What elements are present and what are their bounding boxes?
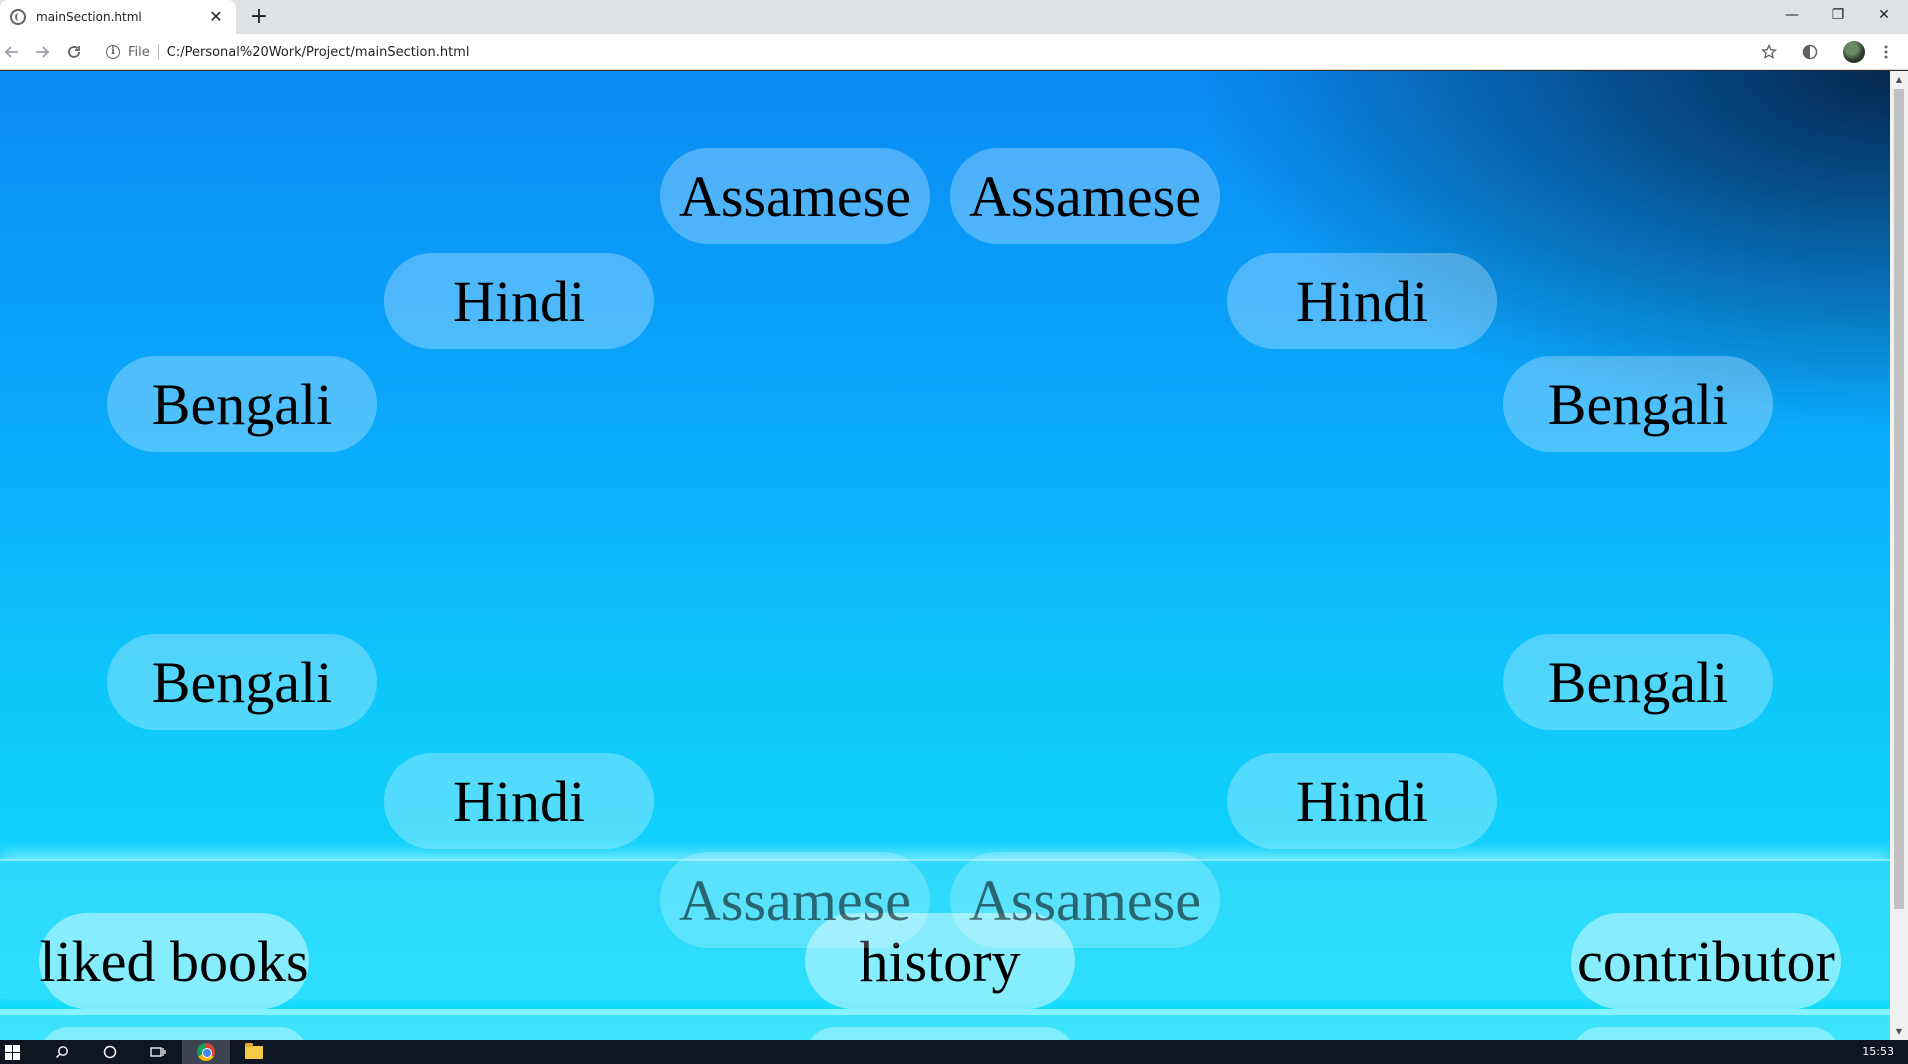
language-button-hindi[interactable]: Hindi: [384, 253, 654, 349]
taskbar-clock[interactable]: 15:53: [1862, 1040, 1894, 1064]
restore-icon[interactable]: ❐: [1815, 0, 1861, 30]
star-icon[interactable]: [1759, 42, 1779, 62]
globe-icon: [10, 9, 26, 25]
liked-books-button[interactable]: liked books: [39, 913, 309, 1009]
vertical-scrollbar[interactable]: ▲ ▼: [1890, 71, 1908, 1040]
partial-nav-button: [1571, 1027, 1841, 1040]
bottom-navigation-bar: liked books history contributor: [0, 859, 1890, 1009]
partial-nav-button: [39, 1027, 309, 1040]
info-icon[interactable]: i: [106, 45, 120, 59]
tab-strip: mainSection.html ✕ + — ❐ ✕: [0, 0, 1908, 34]
language-button-assamese[interactable]: Assamese: [660, 852, 930, 948]
back-arrow-icon[interactable]: [0, 40, 24, 64]
tab-title: mainSection.html: [36, 10, 142, 24]
url-scheme: File: [128, 44, 150, 60]
close-window-icon[interactable]: ✕: [1861, 0, 1907, 30]
contributor-button[interactable]: contributor: [1571, 913, 1841, 1009]
language-button-bengali[interactable]: Bengali: [1503, 356, 1773, 452]
browser-toolbar: i File C:/Personal%20Work/Project/mainSe…: [0, 34, 1908, 70]
windows-taskbar: 15:53: [0, 1040, 1908, 1064]
partial-nav-button: [805, 1027, 1075, 1040]
language-button-assamese[interactable]: Assamese: [950, 852, 1220, 948]
bottom-navigation-bar-repeat: [0, 1009, 1890, 1040]
browser-tab[interactable]: mainSection.html ✕: [0, 0, 236, 34]
language-button-bengali[interactable]: Bengali: [107, 356, 377, 452]
profile-avatar[interactable]: [1843, 41, 1865, 63]
minimize-icon[interactable]: —: [1769, 0, 1815, 30]
cortana-icon[interactable]: [86, 1040, 134, 1064]
new-tab-button[interactable]: +: [246, 4, 272, 30]
language-button-assamese[interactable]: Assamese: [660, 148, 930, 244]
page-viewport: Assamese Assamese Hindi Hindi Bengali Be…: [0, 71, 1890, 1040]
divider: [157, 44, 159, 60]
file-explorer-icon[interactable]: [230, 1040, 278, 1064]
menu-icon[interactable]: [1876, 42, 1896, 62]
language-button-hindi[interactable]: Hindi: [1227, 753, 1497, 849]
task-view-icon[interactable]: [134, 1040, 182, 1064]
scroll-down-icon[interactable]: ▼: [1890, 1023, 1908, 1040]
reload-icon[interactable]: [62, 40, 86, 64]
forward-arrow-icon[interactable]: [30, 40, 54, 64]
windows-start-icon[interactable]: [0, 1040, 24, 1064]
search-icon[interactable]: [38, 1040, 86, 1064]
scrollbar-thumb[interactable]: [1894, 89, 1904, 909]
tab-close-icon[interactable]: ✕: [206, 7, 226, 27]
chrome-icon[interactable]: [182, 1040, 230, 1064]
language-button-hindi[interactable]: Hindi: [1227, 253, 1497, 349]
language-button-bengali[interactable]: Bengali: [1503, 634, 1773, 730]
address-bar[interactable]: i File C:/Personal%20Work/Project/mainSe…: [98, 38, 1776, 66]
extension-icon[interactable]: [1800, 42, 1820, 62]
language-button-hindi[interactable]: Hindi: [384, 753, 654, 849]
scroll-up-icon[interactable]: ▲: [1890, 71, 1908, 88]
language-button-assamese[interactable]: Assamese: [950, 148, 1220, 244]
url-text[interactable]: C:/Personal%20Work/Project/mainSection.h…: [167, 45, 470, 60]
language-button-bengali[interactable]: Bengali: [107, 634, 377, 730]
